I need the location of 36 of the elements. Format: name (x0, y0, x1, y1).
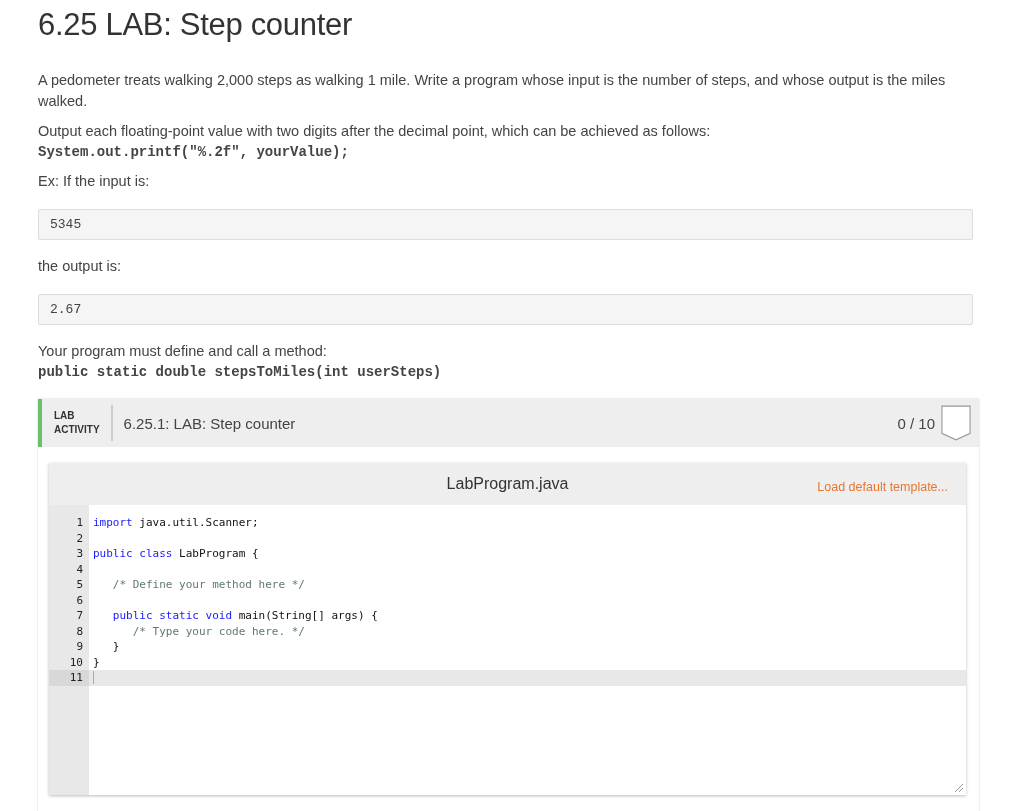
line-number: 1 (75, 515, 84, 531)
line-number: 7 (75, 608, 84, 624)
code-line: /* Define your method here */ (111, 577, 305, 593)
paragraph: Ex: If the input is: (38, 172, 151, 191)
code-area[interactable]: import java.util.Scanner; public class LabProgram { /* Define your method here */ public static void main(String[] args) { /* Type your code here. */ } } (89, 505, 966, 795)
code-line: import java.util.Scanner; (93, 515, 259, 531)
paragraph: Your program must define and call a method: (38, 342, 328, 361)
file-name: LabProgram.java (446, 475, 569, 493)
code-line: } (93, 654, 100, 670)
page-title: 6.25 LAB: Step counter (38, 7, 353, 43)
line-number: 8 (75, 623, 84, 639)
lab-label: ACTIVITY (54, 423, 100, 437)
code-line: public static void main(String[] args) { (111, 608, 378, 624)
text-cursor (93, 671, 94, 685)
line-number: 3 (75, 546, 84, 562)
line-number: 5 (75, 577, 84, 593)
code-line: } (111, 639, 120, 655)
line-number: 9 (75, 639, 84, 655)
paragraph: the output is: (38, 257, 123, 276)
lab-label: LAB (54, 409, 76, 423)
resize-handle-icon[interactable] (955, 784, 963, 792)
code-line: /* Type your code here. */ (131, 623, 305, 639)
line-number: 11 (49, 670, 89, 686)
line-number: 2 (75, 530, 84, 546)
line-number: 6 (75, 592, 84, 608)
paragraph: A pedometer treats walking 2,000 steps as walking 1 mile. Write a program whose input is the number of steps, and whose output is the miles walked. (38, 71, 947, 111)
sample-box: 2.67 (38, 294, 973, 325)
lab-title: 6.25.1: LAB: Step counter (123, 414, 297, 432)
sample-box: 5345 (38, 209, 973, 240)
code-line: public class LabProgram { (93, 546, 259, 562)
score-text: 0 / 10 (897, 414, 935, 432)
paragraph: Output each floating-point value with two digits after the decimal point, which can be achieved as follows: (38, 122, 712, 141)
code-snippet: System.out.printf("%.2f", yourValue); (38, 143, 350, 162)
line-number: 4 (75, 561, 84, 577)
code-snippet: public static double stepsToMiles(int userSteps) (38, 363, 443, 382)
line-number: 10 (68, 654, 84, 670)
